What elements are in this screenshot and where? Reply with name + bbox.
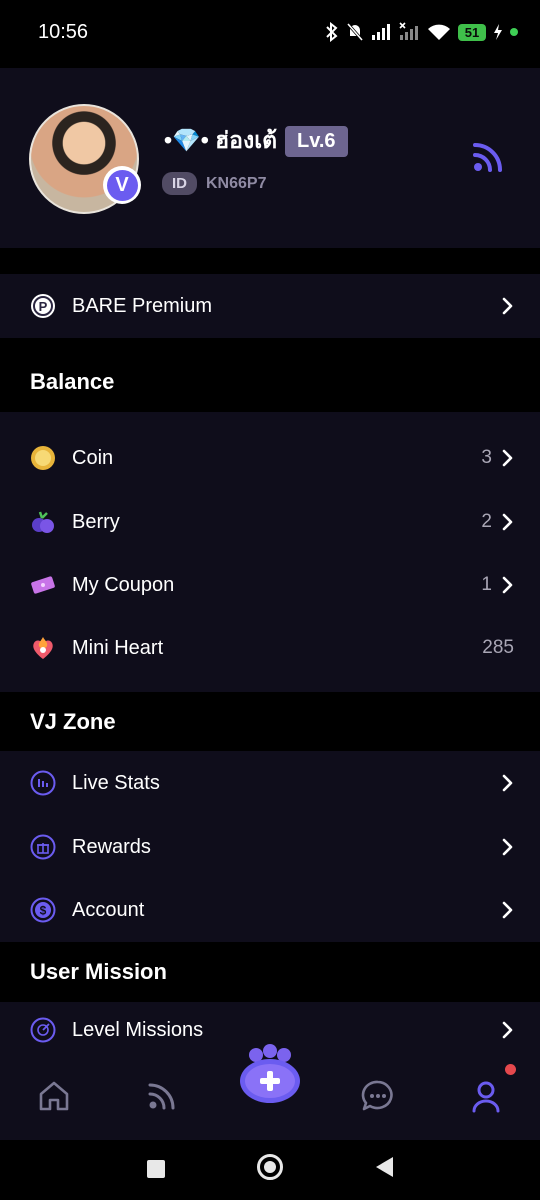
live-stats-label: Live Stats	[72, 771, 160, 794]
premium-label: BARE Premium	[72, 294, 213, 317]
chevron-right-icon	[502, 838, 513, 856]
nav-home[interactable]	[34, 1076, 74, 1116]
feed-icon	[148, 1083, 175, 1110]
status-time: 10:56	[38, 20, 89, 43]
user-mission-header: User Mission	[0, 942, 540, 1002]
chevron-right-icon	[502, 297, 513, 315]
level-badge: Lv.6	[285, 125, 348, 157]
balance-header: Balance	[0, 352, 540, 412]
back-icon[interactable]	[373, 1155, 395, 1179]
verified-badge-icon: V	[103, 166, 141, 204]
coupon-icon	[30, 572, 56, 598]
stats-icon	[30, 770, 56, 796]
dollar-icon: $	[30, 897, 56, 923]
feed-icon[interactable]	[471, 140, 505, 174]
bluetooth-icon	[326, 22, 338, 42]
id-label: ID	[162, 172, 197, 195]
coupon-count: 1	[481, 574, 492, 595]
profile-card[interactable]: V •💎• ฮ่องเต้ Lv.6 ID KN66P7	[0, 68, 540, 248]
signal-off-icon	[399, 22, 418, 40]
mute-bell-icon	[346, 23, 364, 41]
system-nav-bar	[0, 1140, 540, 1200]
chevron-right-icon	[502, 449, 513, 467]
username-row: •💎• ฮ่องเต้ Lv.6	[164, 123, 348, 159]
charging-icon	[494, 24, 502, 40]
vj-item-account[interactable]: $ Account	[0, 878, 540, 942]
mini-heart-count: 285	[482, 637, 514, 658]
username: •💎• ฮ่องเต้	[164, 127, 278, 153]
notification-dot	[505, 1064, 516, 1075]
battery-level: 51	[458, 23, 486, 41]
level-missions-label: Level Missions	[72, 1018, 204, 1041]
user-id-row: ID KN66P7	[162, 172, 266, 195]
home-button-icon[interactable]	[256, 1153, 284, 1181]
status-bar: 10:56 51	[0, 0, 540, 64]
berry-label: Berry	[72, 510, 120, 533]
chevron-right-icon	[502, 513, 513, 531]
account-label: Account	[72, 898, 145, 921]
mission-icon	[30, 1017, 56, 1043]
chat-icon	[361, 1080, 393, 1111]
vj-zone-header: VJ Zone	[0, 692, 540, 752]
mini-heart-icon	[30, 635, 56, 661]
coin-icon	[30, 445, 56, 471]
signal-icon	[372, 24, 390, 40]
create-paw-button[interactable]	[238, 1043, 302, 1107]
berry-icon	[30, 509, 56, 535]
chevron-right-icon	[502, 576, 513, 594]
premium-icon: P	[30, 293, 56, 319]
id-value: KN66P7	[206, 174, 267, 192]
svg-text:P: P	[39, 299, 48, 314]
mini-heart-label: Mini Heart	[72, 636, 164, 659]
rewards-label: Rewards	[72, 835, 151, 858]
privacy-dot	[510, 28, 518, 36]
balance-item-berry[interactable]: Berry 2	[0, 490, 540, 554]
svg-text:$: $	[40, 904, 47, 918]
nav-chat[interactable]	[358, 1076, 398, 1116]
status-icons: 51	[325, 22, 518, 42]
recent-apps-icon[interactable]	[145, 1158, 167, 1180]
coupon-label: My Coupon	[72, 573, 175, 596]
wifi-icon	[428, 24, 450, 40]
vj-item-live-stats[interactable]: Live Stats	[0, 751, 540, 815]
vj-item-rewards[interactable]: Rewards	[0, 815, 540, 879]
balance-item-mini-heart[interactable]: Mini Heart 285	[0, 616, 540, 680]
coin-label: Coin	[72, 446, 114, 469]
chevron-right-icon	[502, 774, 513, 792]
chevron-right-icon	[502, 1021, 513, 1039]
nav-feed[interactable]	[142, 1076, 182, 1116]
profile-icon	[472, 1081, 500, 1113]
balance-item-coupon[interactable]: My Coupon 1	[0, 553, 540, 617]
gift-icon	[30, 834, 56, 860]
berry-count: 2	[481, 511, 492, 532]
bare-premium-row[interactable]: P BARE Premium	[0, 274, 540, 338]
balance-item-coin[interactable]: Coin 3	[0, 426, 540, 490]
chevron-right-icon	[502, 901, 513, 919]
nav-profile[interactable]	[466, 1076, 506, 1116]
coin-count: 3	[481, 447, 492, 468]
home-icon	[39, 1081, 69, 1111]
